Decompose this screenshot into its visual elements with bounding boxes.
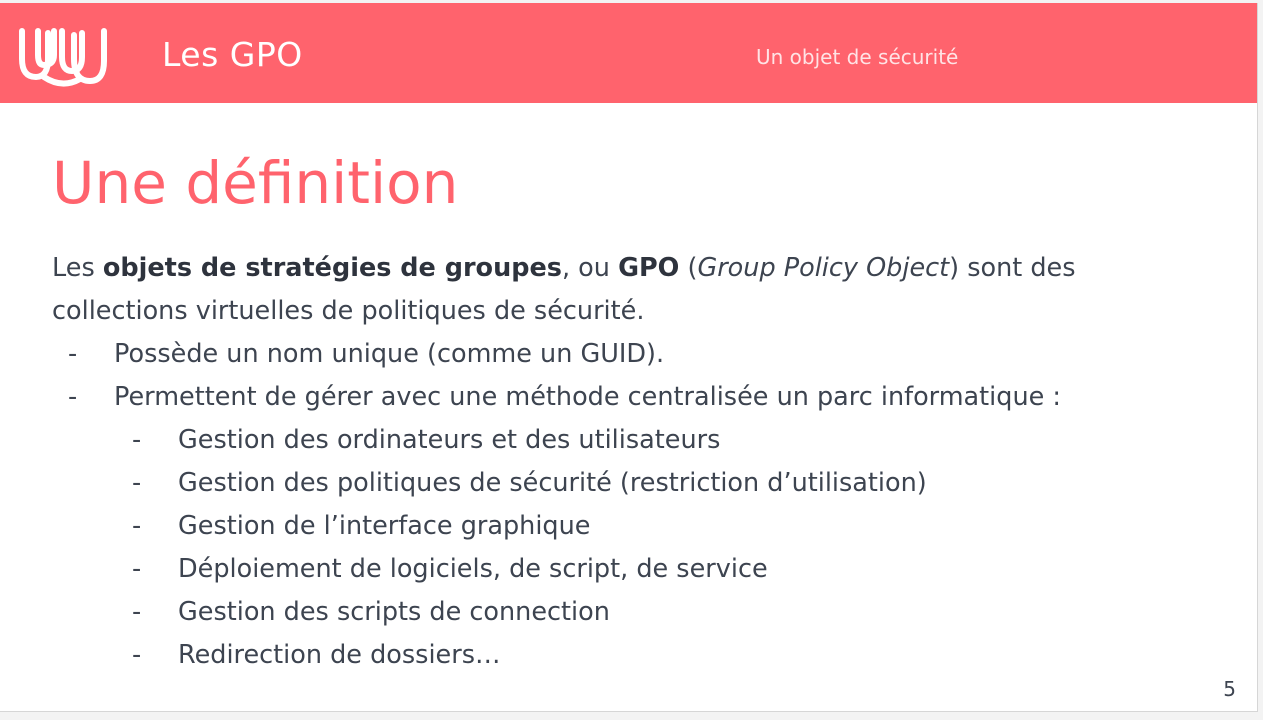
page-number: 5 <box>1223 677 1236 701</box>
bullet-dash: - <box>68 382 78 412</box>
intro-line-2: collections virtuelles de politiques de … <box>52 296 645 326</box>
sub-bullet-item: - Gestion des scripts de connection <box>52 591 1232 634</box>
sub-bullet-text: Gestion des scripts de connection <box>178 597 610 627</box>
section-title: Les GPO <box>162 35 303 74</box>
bullet-item: - Possède un nom unique (comme un GUID). <box>52 333 1232 376</box>
intro-bold-acronym: GPO <box>618 253 680 283</box>
intro-text: Les <box>52 253 103 283</box>
slide-body: Les objets de stratégies de groupes, ou … <box>52 247 1232 677</box>
sub-bullet-item: - Gestion de l’interface graphique <box>52 505 1232 548</box>
bullet-dash: - <box>132 640 142 670</box>
bullet-dash: - <box>132 511 142 541</box>
intro-italic-term: Group Policy Object <box>697 253 950 283</box>
bullet-text: Possède un nom unique (comme un GUID). <box>114 339 665 369</box>
slide-header: Les GPO Un objet de sécurité <box>0 3 1257 103</box>
bullet-dash: - <box>132 597 142 627</box>
sub-bullet-text: Gestion des ordinateurs et des utilisate… <box>178 425 721 455</box>
bullet-dash: - <box>132 425 142 455</box>
sub-bullet-item: - Gestion des politiques de sécurité (res… <box>52 462 1232 505</box>
section-subtitle: Un objet de sécurité <box>756 45 959 69</box>
intro-text: ) sont des <box>949 253 1076 283</box>
bullet-dash: - <box>132 468 142 498</box>
page-title: Une définition <box>52 149 459 217</box>
sub-bullet-item: - Redirection de dossiers… <box>52 634 1232 677</box>
intro-line-1: Les objets de stratégies de groupes, ou … <box>52 247 1232 290</box>
bullet-item: - Permettent de gérer avec une méthode ce… <box>52 376 1232 419</box>
slide: Les GPO Un objet de sécurité Une définit… <box>0 3 1258 712</box>
intro-text: , ou <box>561 253 619 283</box>
bullet-dash: - <box>132 554 142 584</box>
intro-text: ( <box>679 253 698 283</box>
sub-bullet-text: Gestion des politiques de sécurité (rest… <box>178 468 927 498</box>
sub-bullet-text: Déploiement de logiciels, de script, de … <box>178 554 768 584</box>
bullet-text: Permettent de gérer avec une méthode cen… <box>114 382 1061 412</box>
sub-bullet-text: Redirection de dossiers… <box>178 640 501 670</box>
intro-bold-term: objets de stratégies de groupes <box>102 253 562 283</box>
sub-bullet-item: - Gestion des ordinateurs et des utilisat… <box>52 419 1232 462</box>
bullet-dash: - <box>68 339 78 369</box>
sub-bullet-item: - Déploiement de logiciels, de script, de… <box>52 548 1232 591</box>
wave-logo-icon <box>19 28 107 87</box>
sub-bullet-text: Gestion de l’interface graphique <box>178 511 591 541</box>
